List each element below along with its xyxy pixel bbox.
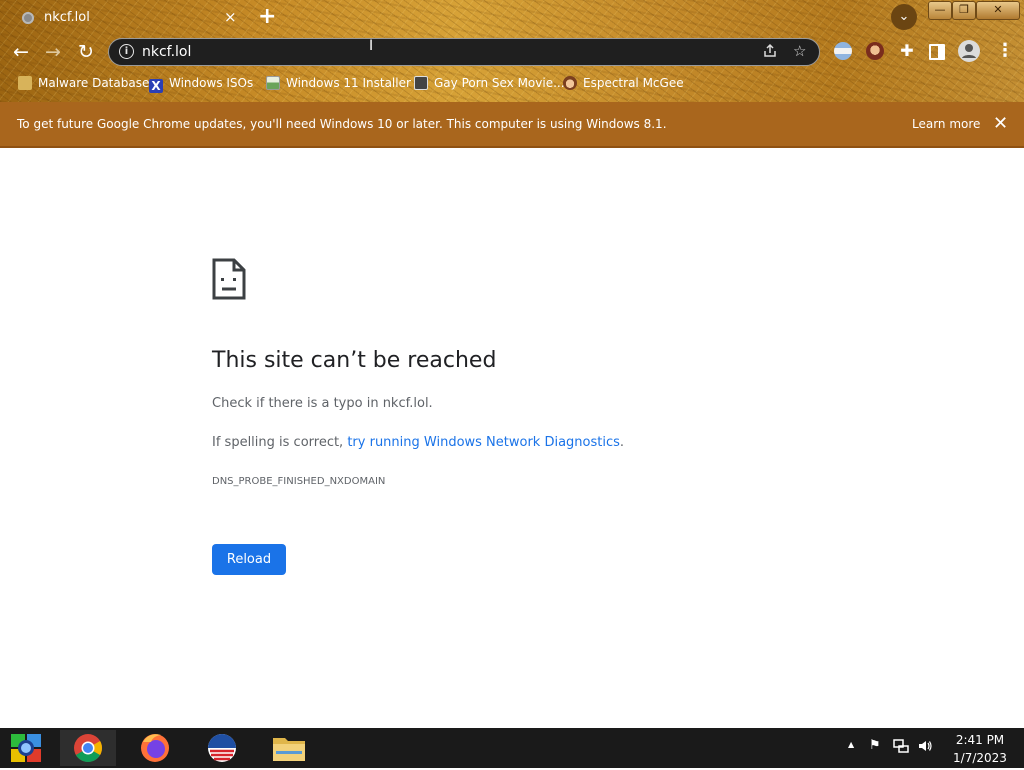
network-diagnostics-link[interactable]: try running Windows Network Diagnostics — [347, 435, 620, 450]
clock-date[interactable]: 1/7/2023 — [940, 751, 1020, 765]
taskbar-firefox-icon[interactable] — [127, 730, 183, 766]
tab-search-icon[interactable]: ⌄ — [891, 4, 917, 30]
bookmark-windows-11-installer[interactable]: Windows 11 Installer — [266, 76, 411, 92]
star-icon[interactable]: ☆ — [793, 42, 806, 60]
site-info-icon[interactable]: i — [119, 44, 134, 59]
share-icon[interactable] — [762, 43, 778, 63]
profile-icon[interactable] — [958, 40, 980, 62]
close-tab-icon[interactable]: × — [224, 8, 237, 26]
bookmark-malware-database[interactable]: Malware Database — [18, 76, 149, 92]
minimize-button[interactable]: — — [928, 1, 952, 20]
reload-icon[interactable]: ↻ — [74, 40, 98, 64]
back-icon[interactable]: ← — [9, 40, 33, 64]
typo-hint: Check if there is a typo in nkcf.lol. — [212, 396, 433, 411]
flag-icon[interactable]: ⚑ — [869, 738, 881, 753]
folder-icon — [18, 76, 32, 90]
side-panel-icon[interactable] — [929, 44, 945, 60]
infobar-message: To get future Google Chrome updates, you… — [17, 117, 667, 131]
x-icon: X — [149, 79, 163, 93]
taskbar: ▲ ⚑ 2:41 PM 1/7/2023 — [0, 728, 1024, 768]
taskbar-file-explorer-icon[interactable] — [261, 730, 317, 766]
extension-flag-icon[interactable] — [834, 42, 852, 60]
show-hidden-icons[interactable]: ▲ — [848, 740, 854, 749]
thumbnail-icon — [414, 76, 428, 90]
volume-icon[interactable] — [917, 738, 933, 758]
error-title: This site can’t be reached — [212, 348, 497, 373]
network-icon[interactable] — [893, 738, 909, 758]
extension-avatar-icon[interactable] — [866, 42, 884, 60]
start-button[interactable] — [0, 730, 56, 766]
bookmarks-bar: Malware Database X Windows ISOs Windows 1… — [0, 72, 1024, 96]
sad-document-icon — [212, 258, 246, 304]
address-bar[interactable]: i nkcf.lol ☆ — [108, 38, 820, 66]
bookmark-windows-isos[interactable]: X Windows ISOs — [149, 76, 253, 93]
forward-icon[interactable]: → — [41, 40, 65, 64]
close-icon[interactable]: ✕ — [993, 113, 1008, 134]
reload-button[interactable]: Reload — [212, 544, 286, 575]
menu-icon[interactable]: ⋮ — [996, 42, 1014, 60]
error-code: DNS_PROBE_FINISHED_NXDOMAIN — [212, 476, 386, 487]
diagnostics-hint: If spelling is correct, try running Wind… — [212, 435, 625, 450]
browser-chrome: nkcf.lol × + ⌄ — ❐ ✕ ← → ↻ i nkcf.lol ☆ … — [0, 0, 1024, 102]
tab-title: nkcf.lol — [44, 10, 90, 25]
learn-more-link[interactable]: Learn more — [912, 117, 980, 131]
bookmark-espectral-mcgee[interactable]: Espectral McGee — [563, 76, 684, 92]
avatar-icon — [563, 76, 577, 90]
extensions-puzzle-icon[interactable]: ✚ — [898, 42, 916, 60]
taskbar-obama-logo-icon[interactable] — [194, 730, 250, 766]
update-infobar: To get future Google Chrome updates, you… — [0, 102, 1024, 148]
clock-time[interactable]: 2:41 PM — [940, 733, 1020, 747]
text-cursor-icon: I — [369, 38, 374, 54]
browser-tab[interactable]: nkcf.lol × — [8, 3, 248, 33]
maximize-button[interactable]: ❐ — [952, 1, 976, 20]
window-close-button[interactable]: ✕ — [976, 1, 1020, 20]
taskbar-chrome-icon[interactable] — [60, 730, 116, 766]
bookmark-movie[interactable]: Gay Porn Sex Movie... — [414, 76, 565, 92]
globe-icon — [22, 12, 34, 24]
new-tab-icon[interactable]: + — [258, 4, 276, 29]
image-icon — [266, 76, 280, 90]
url-text[interactable]: nkcf.lol — [142, 44, 191, 60]
